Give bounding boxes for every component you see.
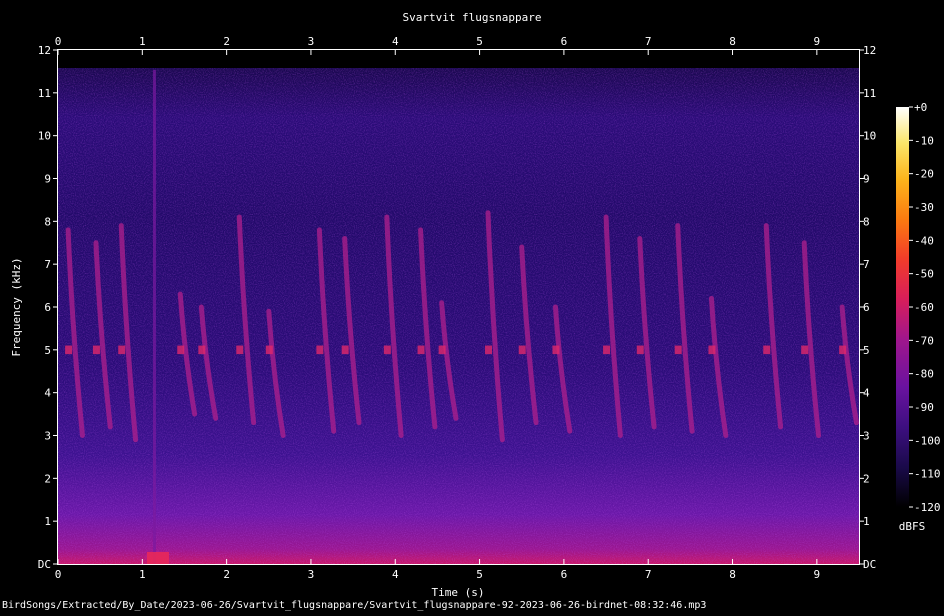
spectrogram-plot-area [58,50,859,564]
y-tick-label-left-1: 1 [44,515,51,528]
bird-call-peak-20 [801,345,809,355]
bird-call-peak-10 [417,345,425,355]
x-tick-label-bottom-6: 6 [561,568,568,581]
colorbar-tick-label-5: -50 [914,268,934,281]
x-tick-label-top-6: 6 [561,35,568,48]
y-tick-label-left-4: 4 [44,387,51,400]
bird-call-peak-14 [552,345,560,355]
y-tick-label-left-11: 11 [38,87,51,100]
x-tick-label-top-3: 3 [308,35,315,48]
y-tick-label-right-10: 10 [863,130,876,143]
colorbar-tick-label-11: -110 [914,468,941,481]
colorbar-tick-label-8: -80 [914,368,934,381]
transient-line-0 [152,70,156,564]
colorbar-tick-label-0: +0 [914,101,927,114]
y-tick-label-right-8: 8 [863,215,870,228]
bird-call-peak-15 [603,345,611,355]
x-tick-label-top-9: 9 [814,35,821,48]
y-tick-label-right-11: 11 [863,87,876,100]
x-tick-label-bottom-4: 4 [392,568,399,581]
bird-call-peak-9 [383,345,391,355]
y-tick-label-right-0: DC [863,558,876,571]
x-tick-label-bottom-7: 7 [645,568,652,581]
bird-call-peak-3 [177,345,185,355]
bird-call-peak-19 [763,345,771,355]
colorbar-ticks: +0 -10 -20 -30 -40 -50 -60 -70 -80 -90 -100 -110 -12… [909,101,941,514]
bird-call-peak-7 [316,345,324,355]
y-tick-label-left-0: DC [38,558,51,571]
footer-filename: BirdSongs/Extracted/By_Date/2023-06-26/S… [2,600,706,611]
x-tick-label-bottom-0: 0 [55,568,62,581]
x-tick-label-top-0: 0 [55,35,62,48]
x-tick-label-bottom-2: 2 [223,568,230,581]
x-tick-label-bottom-8: 8 [729,568,736,581]
colorbar-tick-label-2: -20 [914,168,934,181]
x-tick-label-top-2: 2 [223,35,230,48]
x-tick-label-top-8: 8 [729,35,736,48]
colorbar-tick-label-9: -90 [914,401,934,414]
x-tick-label-top-1: 1 [139,35,146,48]
bird-call-peak-12 [485,345,493,355]
colorbar-tick-label-4: -40 [914,234,934,247]
x-tick-label-top-7: 7 [645,35,652,48]
colorbar: +0 -10 -20 -30 -40 -50 -60 -70 -80 -90 -100 -110 -12… [896,101,941,533]
y-tick-label-left-3: 3 [44,430,51,443]
y-tick-label-left-7: 7 [44,258,51,271]
y-tick-label-left-12: 12 [38,44,51,57]
colorbar-gradient [896,107,909,507]
y-tick-label-left-2: 2 [44,472,51,485]
x-tick-label-top-4: 4 [392,35,399,48]
x-tick-label-bottom-9: 9 [814,568,821,581]
bird-call-peak-5 [236,345,244,355]
y-tick-label-left-6: 6 [44,301,51,314]
y-tick-label-right-9: 9 [863,173,870,186]
colorbar-tick-label-10: -100 [914,434,941,447]
y-tick-label-right-12: 12 [863,44,876,57]
bird-call-peak-13 [518,345,526,355]
spectrogram-noise [58,68,859,564]
y-tick-label-left-10: 10 [38,130,51,143]
colorbar-tick-label-12: -120 [914,501,941,514]
y-tick-label-right-6: 6 [863,301,870,314]
bird-call-peak-6 [265,345,273,355]
bird-call-peak-2 [118,345,126,355]
bird-call-peak-11 [438,345,446,355]
y-tick-label-right-7: 7 [863,258,870,271]
x-axis-label: Time (s) [432,586,485,599]
y-tick-label-right-2: 2 [863,472,870,485]
y-axis-left: DC123456789101112 [38,44,58,571]
x-tick-label-bottom-1: 1 [139,568,146,581]
colorbar-tick-label-7: -70 [914,334,934,347]
bird-call-peak-17 [674,345,682,355]
y-tick-label-right-4: 4 [863,387,870,400]
colorbar-tick-label-1: -10 [914,134,934,147]
bird-call-peak-16 [636,345,644,355]
colorbar-label: dBFS [899,520,926,533]
y-tick-label-left-8: 8 [44,215,51,228]
bird-call-peak-8 [341,345,349,355]
y-tick-label-left-9: 9 [44,173,51,186]
y-axis-right: DC123456789101112 [859,44,876,571]
y-tick-label-right-5: 5 [863,344,870,357]
y-tick-label-right-3: 3 [863,430,870,443]
bird-call-peak-4 [198,345,206,355]
colorbar-tick-label-3: -30 [914,201,934,214]
bird-call-peak-21 [839,345,847,355]
bird-call-peak-18 [708,345,716,355]
bird-call-peak-0 [65,345,73,355]
transient-burst-0 [146,552,169,564]
y-tick-label-left-5: 5 [44,344,51,357]
x-tick-label-top-5: 5 [476,35,483,48]
bird-call-peak-1 [92,345,100,355]
y-axis-label: Frequency (kHz) [10,257,23,356]
chart-title: Svartvit flugsnappare [402,11,541,24]
x-tick-label-bottom-5: 5 [476,568,483,581]
spectrogram-chart: Svartvit flugsnappare 0123456789 0123456… [2,11,941,611]
x-tick-label-bottom-3: 3 [308,568,315,581]
y-tick-label-right-1: 1 [863,515,870,528]
colorbar-tick-label-6: -60 [914,301,934,314]
